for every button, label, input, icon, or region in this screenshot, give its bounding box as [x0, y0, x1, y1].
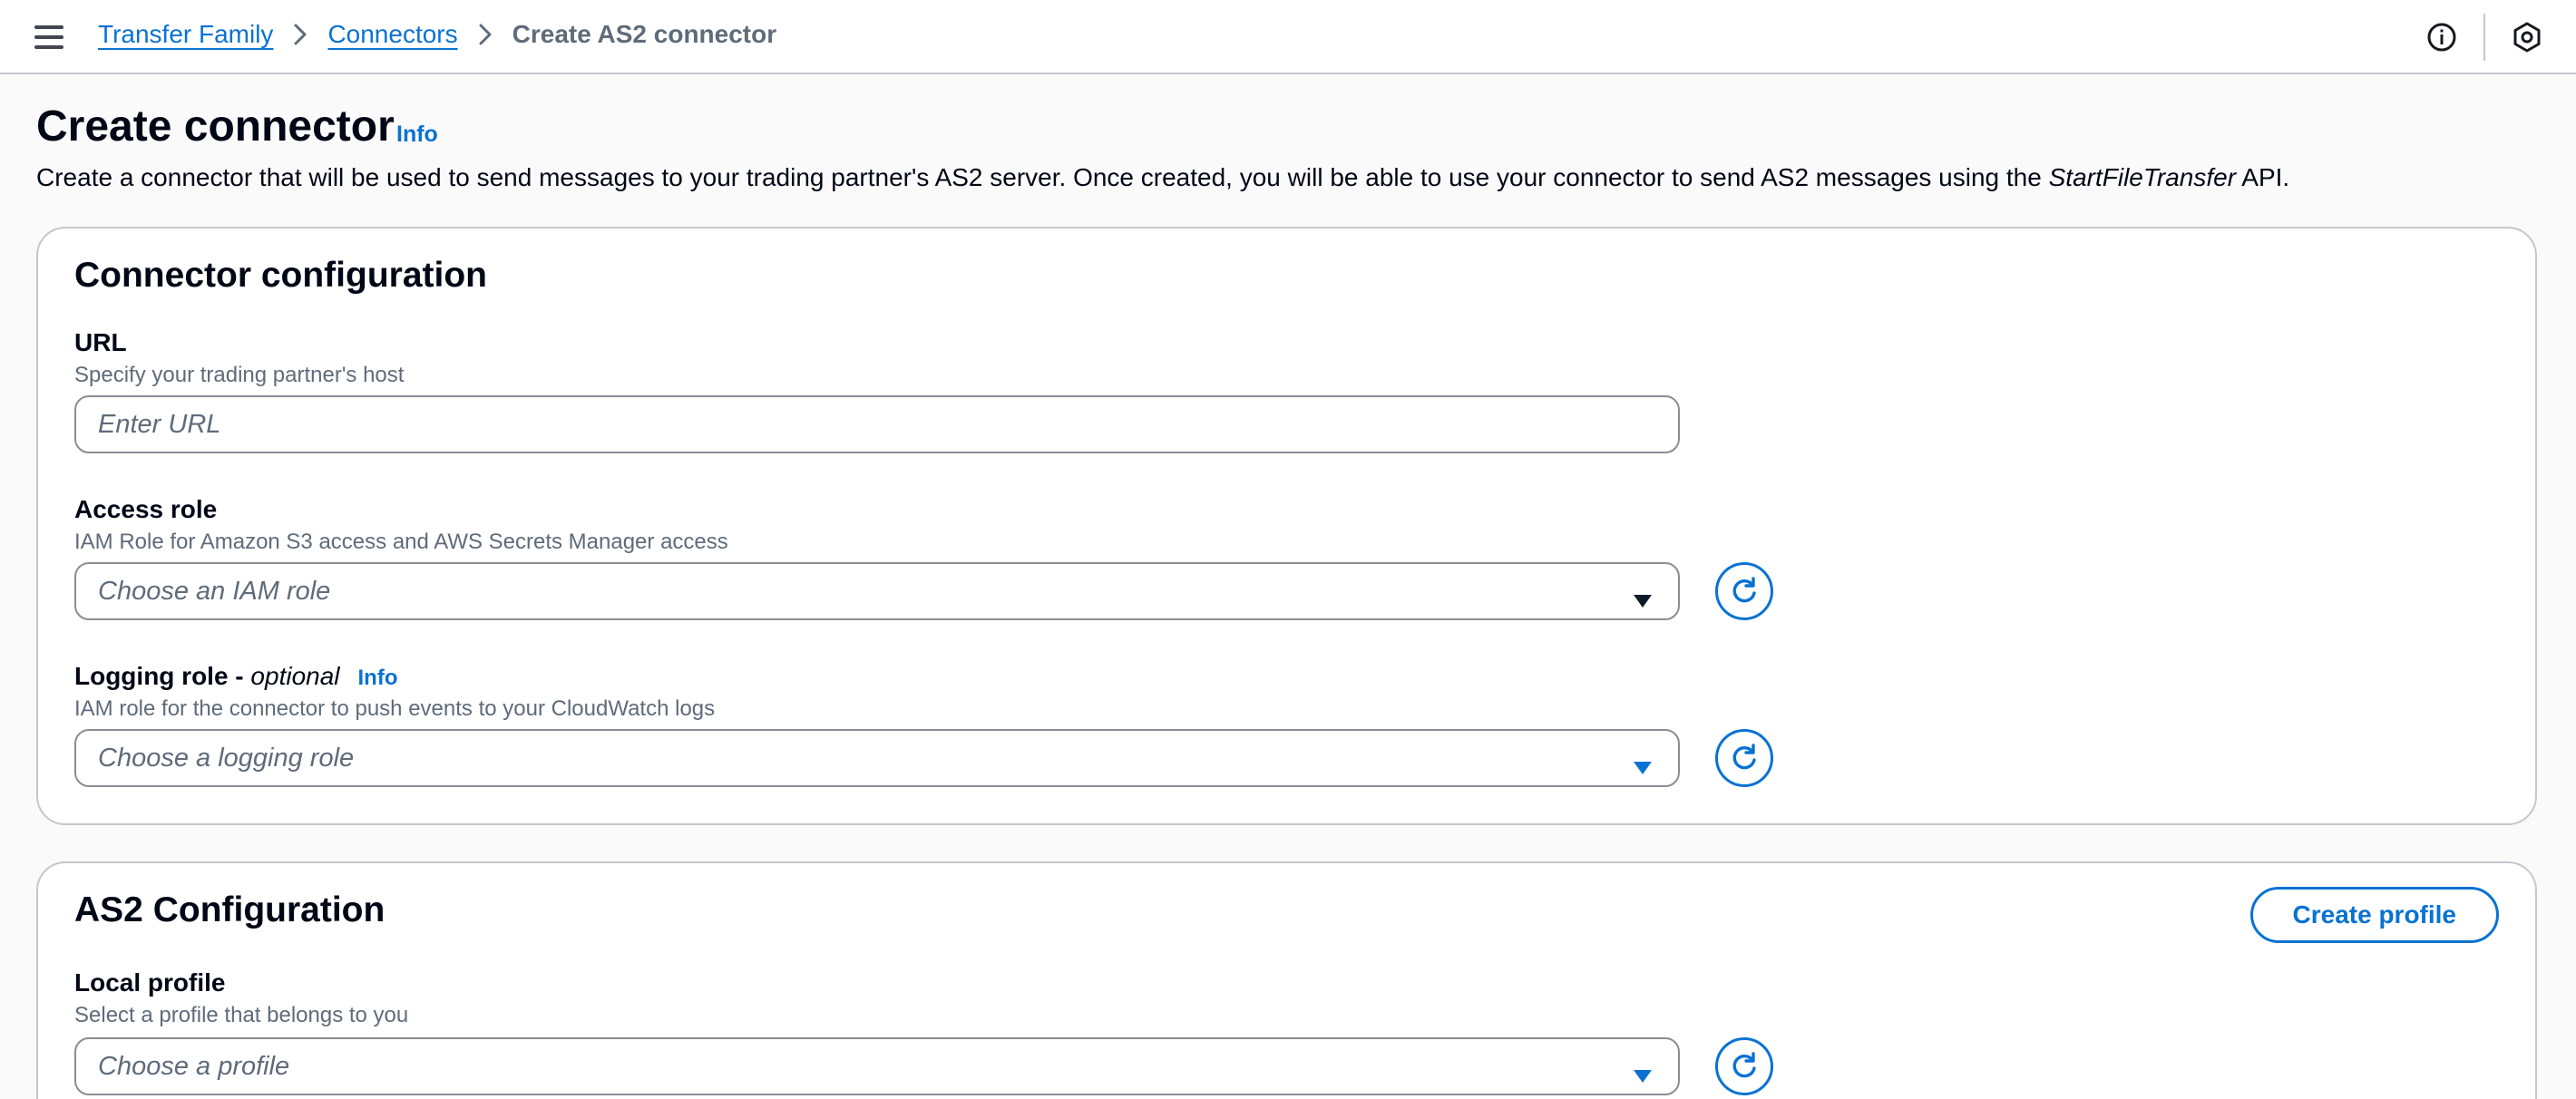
caret-down-icon: [1633, 586, 1653, 616]
logging-role-select[interactable]: Choose a logging role: [74, 729, 1680, 787]
url-input[interactable]: [98, 409, 1656, 440]
description-api-name: StartFileTransfer: [2048, 163, 2237, 191]
info-circle-icon[interactable]: [2420, 15, 2464, 59]
page-description: Create a connector that will be used to …: [36, 163, 2289, 192]
refresh-access-roles-button[interactable]: [1715, 562, 1773, 620]
toolbar-divider: [2483, 14, 2485, 61]
breadcrumb-connectors[interactable]: Connectors: [327, 20, 457, 49]
logging-role-label-text: Logging role -: [74, 662, 251, 690]
access-role-label: Access role: [74, 495, 218, 523]
logging-role-description: IAM role for the connector to push event…: [74, 696, 716, 721]
url-description: Specify your trading partner's host: [74, 363, 405, 387]
url-label: URL: [74, 328, 127, 356]
hexagon-icon[interactable]: [2505, 15, 2549, 59]
as2-configuration-title: AS2 Configuration: [74, 890, 385, 929]
top-navigation-bar: Transfer Family Connectors Create AS2 co…: [0, 0, 2576, 74]
logging-role-info-link[interactable]: Info: [358, 666, 398, 690]
access-role-description: IAM Role for Amazon S3 access and AWS Se…: [74, 530, 728, 554]
caret-down-icon: [1633, 1061, 1653, 1091]
description-text: Create a connector that will be used to …: [36, 163, 2049, 191]
breadcrumb: Transfer Family Connectors Create AS2 co…: [98, 20, 776, 49]
caret-down-icon: [1633, 753, 1653, 783]
access-role-placeholder: Choose an IAM role: [98, 576, 331, 606]
url-input-wrapper: [74, 395, 1680, 453]
logging-role-label: Logging role - optional Info: [74, 662, 398, 691]
menu-icon[interactable]: [34, 25, 63, 49]
local-profile-label: Local profile: [74, 968, 226, 997]
breadcrumb-current-page: Create AS2 connector: [512, 20, 777, 48]
page-title: Create connector: [36, 102, 395, 151]
connector-configuration-title: Connector configuration: [74, 256, 487, 295]
refresh-local-profiles-button[interactable]: [1715, 1037, 1773, 1095]
access-role-select[interactable]: Choose an IAM role: [74, 562, 1680, 620]
logging-role-optional: optional: [250, 662, 340, 690]
local-profile-select[interactable]: Choose a profile: [74, 1037, 1680, 1095]
connector-configuration-panel: Connector configuration URL Specify your…: [36, 227, 2537, 825]
create-profile-button[interactable]: Create profile: [2249, 887, 2499, 943]
refresh-icon: [1732, 744, 1756, 770]
as2-configuration-panel: AS2 Configuration Create profile Local p…: [36, 861, 2537, 1099]
description-suffix: API.: [2236, 163, 2290, 191]
top-right-tools: [2420, 0, 2576, 74]
local-profile-placeholder: Choose a profile: [98, 1051, 290, 1081]
refresh-icon: [1732, 1052, 1756, 1078]
page-info-link[interactable]: Info: [396, 122, 438, 148]
logging-role-placeholder: Choose a logging role: [98, 743, 355, 773]
chevron-right-icon: [478, 23, 493, 46]
chevron-right-icon: [293, 23, 307, 46]
refresh-logging-roles-button[interactable]: [1715, 729, 1773, 787]
breadcrumb-transfer-family[interactable]: Transfer Family: [98, 20, 273, 49]
refresh-icon: [1732, 577, 1756, 603]
local-profile-description: Select a profile that belongs to you: [74, 1003, 409, 1027]
